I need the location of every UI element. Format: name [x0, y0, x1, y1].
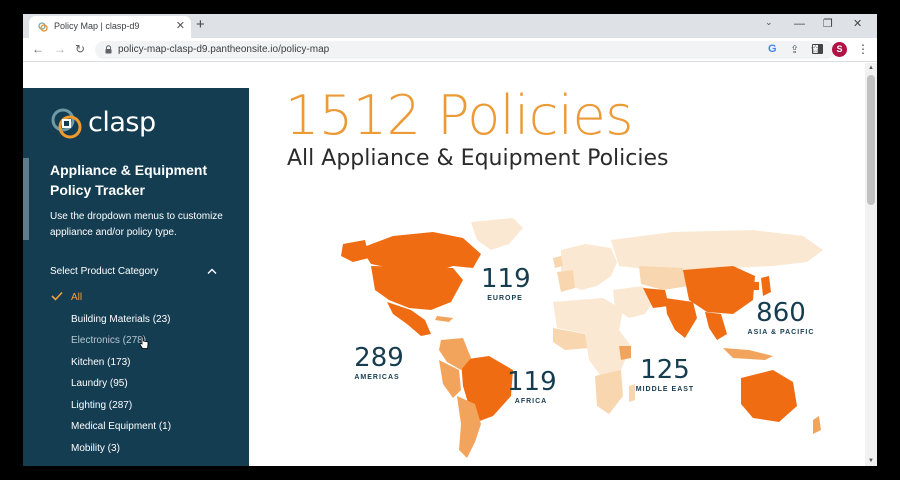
africa-label: AFRICA	[514, 398, 548, 405]
map-region-indonesia[interactable]	[723, 348, 773, 360]
tracker-description: Use the dropdown menus to customize appl…	[50, 211, 223, 238]
hand-cursor-icon	[139, 336, 149, 349]
category-item-medical-equipment[interactable]: Medical Equipment (1)	[23, 420, 249, 442]
browser-toolbar: ← → ↻ policy-map-clasp-d9.pantheonsite.i…	[23, 38, 877, 62]
map-region-central-asia[interactable]	[639, 266, 689, 290]
category-label: Electronics (278)	[71, 335, 147, 346]
url-text: policy-map-clasp-d9.pantheonsite.io/poli…	[118, 44, 330, 55]
share-icon[interactable]: ⇪	[790, 43, 799, 56]
category-label: Kitchen (173)	[71, 356, 131, 368]
scroll-down-arrow-icon[interactable]: ▼	[868, 458, 874, 464]
policy-subtitle: All Appliance & Equipment Policies	[287, 146, 669, 171]
sidebar-accent-bar	[23, 158, 29, 240]
category-item-building-materials[interactable]: Building Materials (23)	[23, 313, 249, 335]
clasp-favicon-icon	[38, 22, 48, 32]
category-item-kitchen[interactable]: Kitchen (173)	[23, 356, 249, 378]
side-panel-icon[interactable]	[812, 44, 823, 54]
americas-label: AMERICAS	[354, 374, 400, 381]
category-label: All	[71, 292, 83, 303]
tab-title: Policy Map | clasp-d9	[54, 21, 140, 31]
category-item-lighting[interactable]: Lighting (287)	[23, 399, 249, 421]
americas-count: 289	[354, 343, 404, 373]
map-region-korea[interactable]	[753, 282, 759, 290]
map-region-caribbean[interactable]	[435, 316, 453, 322]
policy-count-headline: 1512 Policies	[285, 84, 633, 147]
category-item-all[interactable]: All	[23, 291, 249, 313]
tracker-title: Appliance & Equipment Policy Tracker	[50, 162, 208, 198]
map-region-alaska[interactable]	[341, 240, 369, 262]
middle-east-count: 125	[640, 355, 690, 385]
map-region-russia[interactable]	[611, 230, 823, 272]
select-category-label[interactable]: Select Product Category	[50, 266, 158, 277]
google-icon[interactable]: G	[768, 43, 777, 55]
sidebar: clasp Appliance & Equipment Policy Track…	[23, 88, 249, 466]
category-label: Medical Equipment (1)	[71, 421, 172, 432]
tab-search-icon[interactable]: ⌄	[765, 17, 773, 28]
category-item-mobility[interactable]: Mobility (3)	[23, 442, 249, 464]
category-item-laundry[interactable]: Laundry (95)	[23, 377, 249, 399]
clasp-logo[interactable]: clasp	[50, 107, 160, 143]
browser-tab[interactable]: Policy Map | clasp-d9 ✕	[29, 16, 191, 38]
asia-pacific-count: 860	[756, 298, 806, 328]
lock-icon	[105, 45, 112, 54]
clasp-wordmark: clasp	[88, 107, 156, 138]
map-region-india[interactable]	[665, 298, 697, 338]
category-list: All Building Materials (23) Electronics …	[23, 291, 249, 463]
scroll-up-arrow-icon[interactable]: ▲	[868, 65, 874, 71]
tab-strip: Policy Map | clasp-d9 ✕ + ⌄ — ❐ ✕	[23, 14, 877, 38]
profile-avatar[interactable]: S	[832, 42, 847, 57]
back-arrow-icon[interactable]: ←	[32, 42, 44, 56]
map-region-africa-south[interactable]	[595, 370, 623, 414]
tab-close-icon[interactable]: ✕	[176, 19, 185, 32]
asia-pacific-label: ASIA & PACIFIC	[747, 329, 815, 336]
map-region-kenya[interactable]	[619, 346, 631, 360]
minimize-button[interactable]: —	[794, 17, 805, 31]
map-region-europe-west[interactable]	[557, 270, 575, 292]
map-region-canada[interactable]	[361, 232, 481, 272]
map-region-africa-north[interactable]	[553, 298, 623, 334]
map-region-australia[interactable]	[741, 370, 797, 422]
category-label: Lighting (287)	[71, 399, 133, 411]
africa-count: 119	[507, 367, 557, 397]
map-region-southeast-asia[interactable]	[705, 312, 727, 340]
close-window-button[interactable]: ✕	[853, 17, 862, 31]
map-region-japan[interactable]	[761, 276, 771, 296]
new-tab-button[interactable]: +	[196, 16, 205, 34]
reload-icon[interactable]: ↻	[75, 42, 85, 56]
more-menu-icon[interactable]: ⋮	[857, 42, 869, 56]
address-bar[interactable]: policy-map-clasp-d9.pantheonsite.io/poli…	[95, 41, 835, 59]
world-policy-map[interactable]	[313, 210, 843, 466]
middle-east-label: MIDDLE EAST	[635, 386, 695, 393]
page-scrollbar[interactable]: ▲ ▼	[865, 63, 877, 466]
clasp-logo-icon	[51, 108, 82, 139]
chevron-up-icon[interactable]	[207, 268, 217, 274]
forward-arrow-icon[interactable]: →	[54, 42, 66, 56]
checkmark-icon	[51, 291, 63, 301]
browser-window: Policy Map | clasp-d9 ✕ + ⌄ — ❐ ✕ ← → ↻ …	[23, 14, 877, 466]
europe-count: 119	[481, 264, 531, 294]
map-region-usa[interactable]	[371, 266, 463, 310]
restore-button[interactable]: ❐	[823, 17, 833, 31]
scroll-thumb[interactable]	[867, 75, 875, 205]
category-label: Mobility (3)	[71, 442, 120, 454]
map-region-greenland[interactable]	[471, 218, 523, 250]
category-label: Laundry (95)	[71, 378, 128, 389]
category-item-electronics[interactable]: Electronics (278)	[23, 334, 249, 356]
europe-label: EUROPE	[487, 295, 523, 302]
category-label: Building Materials (23)	[71, 313, 171, 325]
map-region-new-zealand[interactable]	[813, 416, 821, 434]
